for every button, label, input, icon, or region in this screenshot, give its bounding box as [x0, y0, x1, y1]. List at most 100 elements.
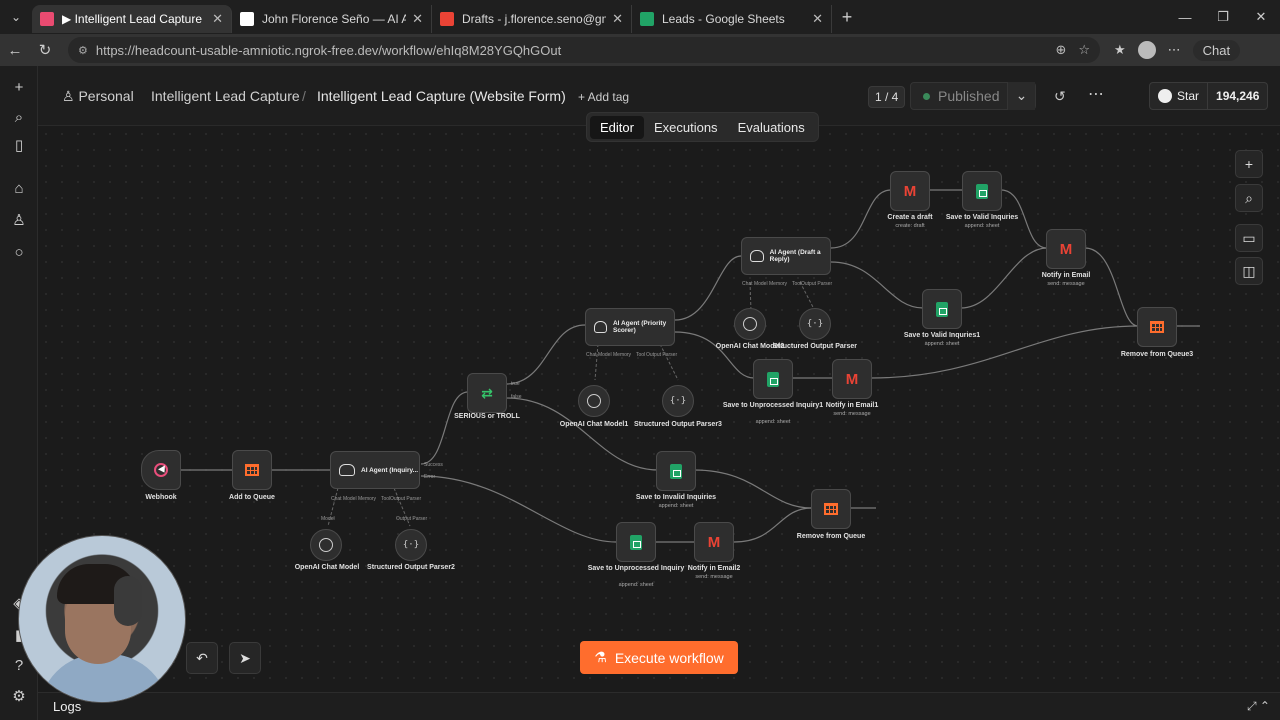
node-sublabel: append: sheet — [618, 582, 654, 588]
restore-icon[interactable]: ❐ — [1204, 9, 1242, 25]
notify-email2-node[interactable]: M — [694, 522, 734, 562]
node-sublabel: send: message — [1047, 281, 1085, 287]
node-label: Save to Valid Inquries — [945, 214, 1019, 221]
close-icon[interactable]: ✕ — [812, 11, 823, 27]
back-icon[interactable]: ← — [0, 42, 30, 59]
close-icon[interactable]: ✕ — [212, 11, 223, 27]
tab-john-florence[interactable]: John Florence Seño — AI Automat ✕ — [232, 5, 432, 33]
openai-model2-node[interactable] — [734, 308, 766, 340]
table-icon — [245, 464, 259, 476]
home-icon[interactable]: ⌂ — [9, 179, 29, 199]
logs-panel[interactable]: Logs ⤢ ⌃ — [38, 692, 1280, 720]
tab-list-button[interactable]: ⌄ — [0, 0, 32, 34]
github-star-widget[interactable]: Star 194,246 — [1149, 82, 1269, 110]
tab-intelligent-lead-capture[interactable]: ▶ Intelligent Lead Capture (Websit ✕ — [32, 5, 232, 33]
add-icon[interactable]: + — [9, 78, 29, 98]
close-icon[interactable]: ✕ — [412, 11, 423, 27]
connection — [505, 324, 586, 385]
zoom-icon[interactable]: ⊕ — [1055, 42, 1066, 58]
close-icon[interactable]: ✕ — [612, 11, 623, 27]
execute-workflow-button[interactable]: ⚗ Execute workflow — [580, 641, 738, 674]
close-window-icon[interactable]: ✕ — [1242, 9, 1280, 25]
ai-agent-priority-node[interactable]: AI Agent (Priority Scorer) — [585, 308, 675, 346]
more-icon[interactable]: ⋯ — [1168, 42, 1181, 58]
gmail-icon: M — [1059, 240, 1073, 258]
port-label: false — [511, 394, 522, 400]
remove-queue3-node[interactable] — [1137, 307, 1177, 347]
port-label: Output Parser — [801, 281, 833, 287]
braces-icon: {·} — [806, 319, 824, 329]
settings-icon[interactable]: ⚙ — [9, 687, 29, 707]
node-label: Structured Output Parser — [772, 343, 857, 350]
connection — [830, 261, 924, 309]
braces-icon: {·} — [669, 396, 687, 406]
save-valid-node[interactable] — [962, 171, 1002, 211]
more-options-icon[interactable]: ⋯ — [1088, 84, 1104, 104]
tab-drafts-gmail[interactable]: Drafts - j.florence.seno@gmail.com ✕ — [432, 5, 632, 33]
openai-model1-node[interactable] — [578, 385, 610, 417]
browser-tab-bar: ⌄ ▶ Intelligent Lead Capture (Websit ✕ J… — [0, 0, 1280, 34]
add-tag-button[interactable]: + Add tag — [578, 90, 629, 104]
connection — [1084, 247, 1139, 327]
version-pager[interactable]: 1 / 4 — [868, 86, 906, 108]
help-icon[interactable]: ? — [9, 656, 29, 676]
node-label: SERIOUS or TROLL — [454, 413, 520, 420]
bookmark-star-icon[interactable]: ☆ — [1078, 42, 1090, 58]
create-draft-node[interactable]: M — [890, 171, 930, 211]
switch-node[interactable]: ⇄ — [467, 373, 507, 413]
tab-editor[interactable]: Editor — [590, 115, 644, 139]
sticky-note-icon[interactable]: ▭ — [1235, 224, 1263, 252]
ai-agent-draft-node[interactable]: AI Agent (Draft a Reply) — [741, 237, 831, 275]
save-valid1-node[interactable] — [922, 289, 962, 329]
pointer-tool-icon[interactable]: ➤ — [229, 642, 261, 674]
node-label: Save to Valid Inquries1 — [903, 332, 981, 339]
sidebar-toggle-icon[interactable]: ▯ — [9, 136, 29, 156]
panel-toggle-icon[interactable]: ◫ — [1235, 257, 1263, 285]
copilot-chat-button[interactable]: Chat — [1192, 39, 1241, 61]
workflow-canvas[interactable]: Webhook Add to Queue AI Agent (Inquiry..… — [38, 126, 1280, 692]
sub-connection — [659, 343, 679, 381]
url-field[interactable]: ⚙ https://headcount-usable-amniotic.ngro… — [68, 37, 1100, 63]
tab-executions[interactable]: Executions — [644, 116, 728, 139]
remove-queue-node[interactable] — [811, 489, 851, 529]
publish-status[interactable]: Published ⌄ — [910, 82, 1036, 110]
openai-model-node[interactable] — [310, 529, 342, 561]
notify-email-node[interactable]: M — [1046, 229, 1086, 269]
save-unprocessed-node[interactable] — [616, 522, 656, 562]
parser3-node[interactable]: {·} — [662, 385, 694, 417]
chat-icon[interactable]: ○ — [9, 243, 29, 263]
breadcrumb-folder[interactable]: Intelligent Lead Capture — [151, 88, 300, 104]
sheets-icon — [976, 183, 988, 199]
breadcrumb-project[interactable]: ♙ Personal — [62, 88, 134, 105]
tab-leads-sheets[interactable]: Leads - Google Sheets ✕ — [632, 5, 832, 33]
robot-icon — [750, 250, 764, 262]
workflow-title[interactable]: Intelligent Lead Capture (Website Form) — [317, 88, 566, 104]
github-star-label: Star — [1177, 89, 1200, 103]
ai-agent-inquiry-node[interactable]: AI Agent (Inquiry... — [330, 451, 420, 489]
undo-icon[interactable]: ↶ — [186, 642, 218, 674]
search-icon[interactable]: ⌕ — [9, 108, 29, 128]
site-info-icon[interactable]: ⚙ — [78, 44, 88, 57]
parser2-node[interactable]: {·} — [395, 529, 427, 561]
tab-evaluations[interactable]: Evaluations — [728, 116, 815, 139]
new-tab-button[interactable]: + — [832, 7, 862, 28]
search-icon[interactable]: ⌕ — [1235, 184, 1263, 212]
logs-expand-icon[interactable]: ⤢ ⌃ — [1247, 699, 1270, 714]
user-icon[interactable]: ♙ — [9, 211, 29, 231]
add-node-icon[interactable]: + — [1235, 150, 1263, 178]
minimize-icon[interactable]: — — [1166, 10, 1204, 25]
node-label: Remove from Queue — [796, 533, 866, 540]
profile-avatar[interactable] — [1137, 41, 1156, 59]
chevron-down-icon[interactable]: ⌄ — [1007, 82, 1035, 110]
history-icon[interactable]: ↺ — [1054, 88, 1066, 105]
save-invalid-node[interactable] — [656, 451, 696, 491]
n8n-favicon-icon — [40, 12, 54, 26]
node-title: AI Agent (Priority Scorer) — [612, 320, 667, 334]
favorites-icon[interactable]: ★ — [1114, 42, 1126, 58]
tab-title: ▶ Intelligent Lead Capture (Websit — [62, 12, 206, 26]
parser-node[interactable]: {·} — [799, 308, 831, 340]
save-unprocessed1-node[interactable] — [753, 359, 793, 399]
reload-icon[interactable]: ↻ — [30, 41, 60, 59]
add-queue-node[interactable] — [232, 450, 272, 490]
notify-email1-node[interactable]: M — [832, 359, 872, 399]
